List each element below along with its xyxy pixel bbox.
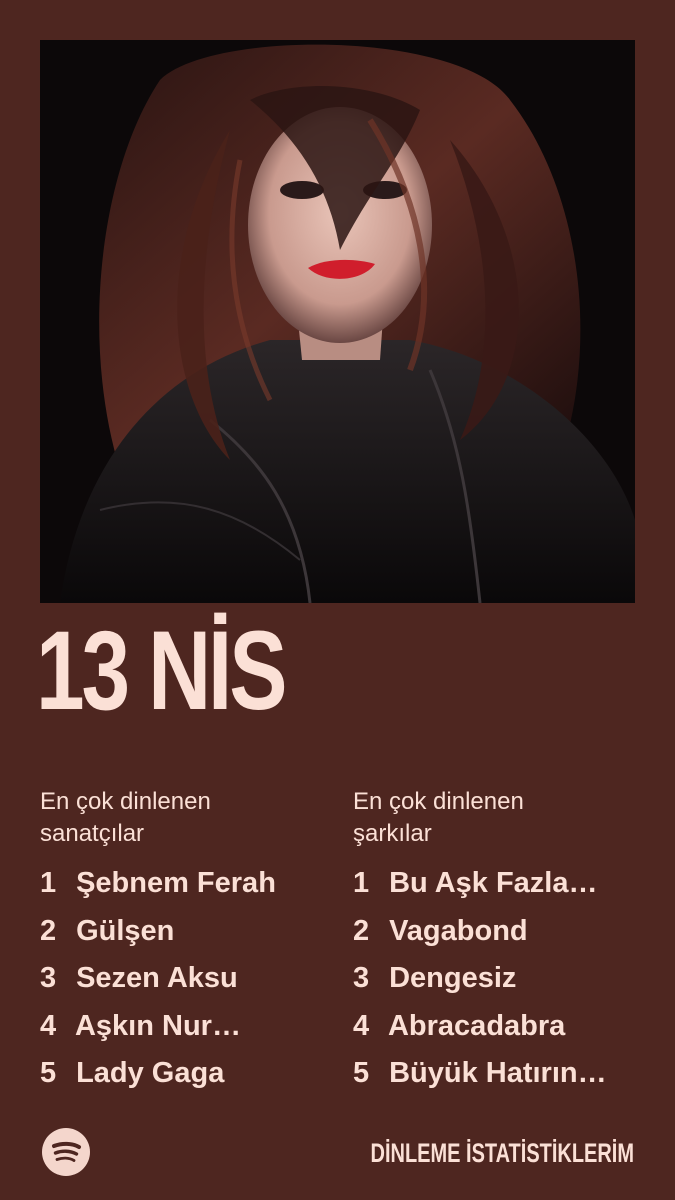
- artist-list-item[interactable]: 2 Gülşen: [40, 908, 340, 956]
- song-name: Vagabond: [389, 914, 528, 947]
- song-list-item[interactable]: 3 Dengesiz: [353, 955, 653, 1003]
- top-artists-heading: En çok dinlenen sanatçılar: [40, 788, 211, 847]
- artist-cover-image: [40, 40, 635, 603]
- artist-list-item[interactable]: 3 Sezen Aksu: [40, 955, 340, 1003]
- artist-name: Lady Gaga: [76, 1057, 225, 1089]
- song-list-item[interactable]: 1 Bu Aşk Fazla…: [353, 860, 653, 908]
- rank-number: 1: [353, 867, 370, 899]
- rank-number: 3: [353, 962, 370, 994]
- song-list-item[interactable]: 4 Abracadabra: [353, 1003, 653, 1051]
- artist-list-item[interactable]: 5 Lady Gaga: [40, 1050, 340, 1098]
- artist-name: Gülşen: [76, 914, 175, 947]
- listening-stats-title: DİNLEME İSTATİSTİKLERİM: [370, 1138, 634, 1168]
- artist-name: Şebnem Ferah: [76, 867, 276, 899]
- rank-number: 3: [40, 962, 57, 994]
- song-name: Bu Aşk Fazla…: [389, 867, 598, 899]
- song-list-item[interactable]: 5 Büyük Hatırın…: [353, 1050, 653, 1098]
- rank-number: 5: [353, 1057, 370, 1089]
- artist-name: Sezen Aksu: [76, 962, 238, 994]
- spotify-logo-icon: [42, 1128, 90, 1176]
- date-label: 13 NİS: [36, 608, 287, 733]
- rank-number: 5: [40, 1057, 57, 1089]
- top-songs-column: En çok dinlenen şarkılar 1 Bu Aşk Fazla……: [353, 786, 653, 1098]
- song-name: Abracadabra: [387, 1009, 566, 1042]
- artist-name: Aşkın Nur…: [74, 1009, 241, 1042]
- rank-number: 2: [353, 914, 370, 947]
- artist-photo: [40, 40, 635, 603]
- top-songs-heading: En çok dinlenen şarkılar: [353, 788, 524, 847]
- song-name: Büyük Hatırın…: [389, 1057, 607, 1089]
- song-list-item[interactable]: 2 Vagabond: [353, 908, 653, 956]
- artist-list-item[interactable]: 1 Şebnem Ferah: [40, 860, 340, 908]
- song-name: Dengesiz: [389, 962, 517, 994]
- artist-list-item[interactable]: 4 Aşkın Nur…: [40, 1003, 340, 1051]
- rank-number: 4: [353, 1009, 370, 1042]
- rank-number: 1: [40, 867, 57, 899]
- rank-number: 2: [40, 914, 57, 947]
- rank-number: 4: [40, 1009, 57, 1042]
- top-artists-column: En çok dinlenen sanatçılar 1 Şebnem Fera…: [40, 786, 340, 1098]
